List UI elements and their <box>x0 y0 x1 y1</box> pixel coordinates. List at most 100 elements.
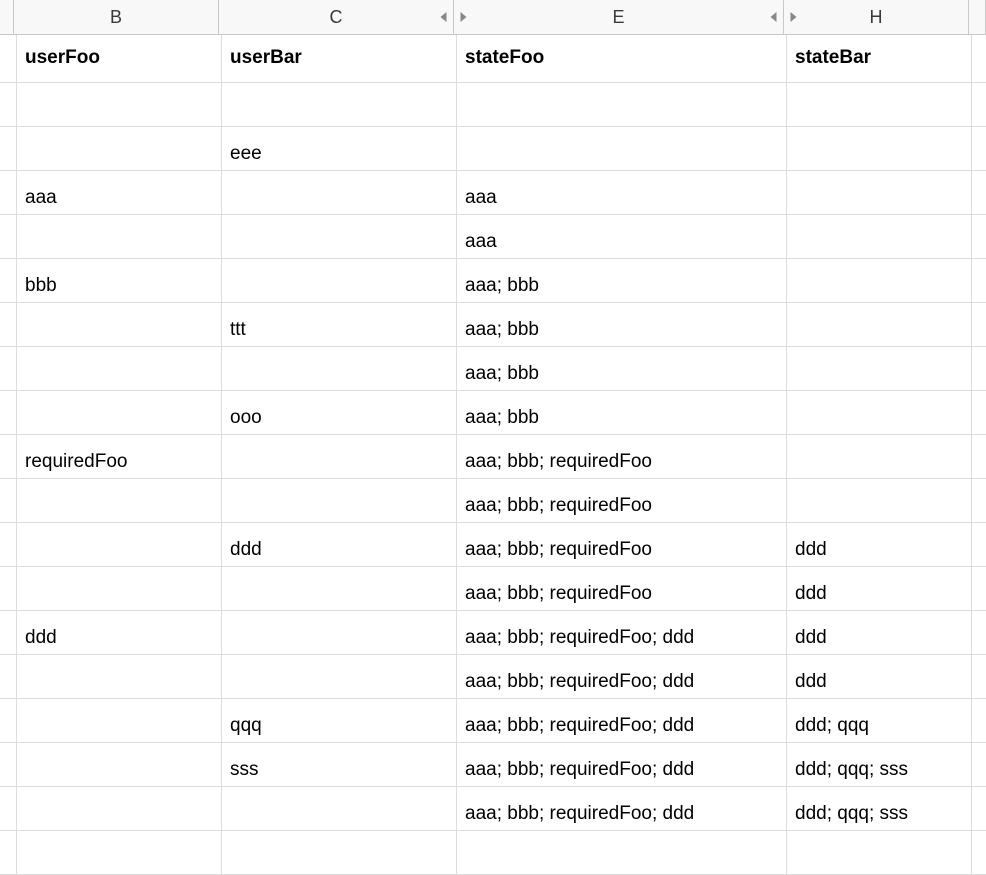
cell-tail[interactable] <box>972 391 986 435</box>
cell-C[interactable] <box>222 259 457 303</box>
cell-H[interactable] <box>787 391 972 435</box>
cell-E[interactable]: aaa <box>457 171 787 215</box>
cell-B[interactable] <box>17 347 222 391</box>
cell-tail[interactable] <box>972 523 986 567</box>
cell-C[interactable] <box>222 215 457 259</box>
cell-E[interactable]: aaa; bbb; requiredFoo; ddd <box>457 787 787 831</box>
header-cell-userFoo[interactable]: userFoo <box>17 35 222 83</box>
cell-H[interactable] <box>787 347 972 391</box>
cell-E[interactable]: aaa; bbb <box>457 347 787 391</box>
row-stub[interactable] <box>0 567 17 611</box>
cell-E[interactable]: aaa; bbb; requiredFoo; ddd <box>457 611 787 655</box>
cell-tail[interactable] <box>972 567 986 611</box>
cell-H[interactable] <box>787 215 972 259</box>
cell-B[interactable] <box>17 303 222 347</box>
row-stub[interactable] <box>0 787 17 831</box>
cell-H[interactable]: ddd; qqq <box>787 699 972 743</box>
cell-tail[interactable] <box>972 699 986 743</box>
cell-C[interactable]: ttt <box>222 303 457 347</box>
cell-tail[interactable] <box>972 127 986 171</box>
cell-tail[interactable] <box>972 435 986 479</box>
cell-C[interactable] <box>222 171 457 215</box>
cell-C[interactable] <box>222 83 457 127</box>
row-stub[interactable] <box>0 391 17 435</box>
column-header-H[interactable]: H <box>784 0 969 35</box>
cell-B[interactable] <box>17 567 222 611</box>
cell-tail[interactable] <box>972 347 986 391</box>
cell-tail[interactable] <box>972 655 986 699</box>
cell-E[interactable]: aaa; bbb; requiredFoo; ddd <box>457 699 787 743</box>
cell-C[interactable] <box>222 831 457 875</box>
cell-C[interactable]: sss <box>222 743 457 787</box>
cell-E[interactable]: aaa; bbb <box>457 303 787 347</box>
cell-H[interactable] <box>787 259 972 303</box>
row-stub[interactable] <box>0 215 17 259</box>
cell-B[interactable]: requiredFoo <box>17 435 222 479</box>
row-stub[interactable] <box>0 35 17 83</box>
cell-tail[interactable] <box>972 303 986 347</box>
cell-E[interactable]: aaa <box>457 215 787 259</box>
cell-tail[interactable] <box>972 171 986 215</box>
cell-B[interactable]: aaa <box>17 171 222 215</box>
cell-B[interactable] <box>17 831 222 875</box>
row-stub[interactable] <box>0 171 17 215</box>
row-stub[interactable] <box>0 435 17 479</box>
header-cell-stateBar[interactable]: stateBar <box>787 35 972 83</box>
row-stub[interactable] <box>0 479 17 523</box>
cell-E[interactable]: aaa; bbb; requiredFoo <box>457 479 787 523</box>
row-stub[interactable] <box>0 83 17 127</box>
cell-tail[interactable] <box>972 479 986 523</box>
cell-C[interactable]: qqq <box>222 699 457 743</box>
cell-C[interactable] <box>222 347 457 391</box>
cell-E[interactable]: aaa; bbb <box>457 259 787 303</box>
cell-H[interactable]: ddd <box>787 611 972 655</box>
cell-C[interactable]: eee <box>222 127 457 171</box>
cell-tail[interactable] <box>972 83 986 127</box>
row-stub[interactable] <box>0 743 17 787</box>
group-collapse-indicator[interactable] <box>790 12 797 22</box>
cell-E[interactable] <box>457 831 787 875</box>
cell-H[interactable] <box>787 435 972 479</box>
cell-B[interactable]: ddd <box>17 611 222 655</box>
row-stub[interactable] <box>0 699 17 743</box>
cell-C[interactable] <box>222 611 457 655</box>
cell-C[interactable] <box>222 435 457 479</box>
corner-stub[interactable] <box>0 0 14 35</box>
row-stub[interactable] <box>0 347 17 391</box>
cell-B[interactable] <box>17 127 222 171</box>
cell-C[interactable] <box>222 655 457 699</box>
cell-B[interactable] <box>17 479 222 523</box>
row-stub[interactable] <box>0 523 17 567</box>
column-header-C[interactable]: C <box>219 0 454 35</box>
row-stub[interactable] <box>0 611 17 655</box>
cell-tail[interactable] <box>972 787 986 831</box>
cell-H[interactable] <box>787 303 972 347</box>
group-collapse-indicator[interactable] <box>460 12 467 22</box>
cell-E[interactable] <box>457 127 787 171</box>
cell-B[interactable] <box>17 743 222 787</box>
cell-H[interactable] <box>787 831 972 875</box>
cell-B[interactable] <box>17 523 222 567</box>
cell-H[interactable] <box>787 479 972 523</box>
cell-H[interactable]: ddd <box>787 655 972 699</box>
cell-B[interactable] <box>17 787 222 831</box>
cell-tail[interactable] <box>972 259 986 303</box>
cell-E[interactable]: aaa; bbb; requiredFoo; ddd <box>457 743 787 787</box>
row-stub[interactable] <box>0 259 17 303</box>
row-stub[interactable] <box>0 303 17 347</box>
cell-E[interactable]: aaa; bbb <box>457 391 787 435</box>
cell-H[interactable]: ddd; qqq; sss <box>787 743 972 787</box>
cell-C[interactable] <box>222 479 457 523</box>
cell-H[interactable]: ddd <box>787 567 972 611</box>
header-cell-stateFoo[interactable]: stateFoo <box>457 35 787 83</box>
cell-E[interactable] <box>457 83 787 127</box>
cell-B[interactable] <box>17 391 222 435</box>
cell-C[interactable]: ddd <box>222 523 457 567</box>
cell-E[interactable]: aaa; bbb; requiredFoo <box>457 435 787 479</box>
cell-H[interactable]: ddd; qqq; sss <box>787 787 972 831</box>
cell-C[interactable] <box>222 787 457 831</box>
cell-B[interactable] <box>17 699 222 743</box>
cell-E[interactable]: aaa; bbb; requiredFoo <box>457 567 787 611</box>
header-cell-userBar[interactable]: userBar <box>222 35 457 83</box>
cell-E[interactable]: aaa; bbb; requiredFoo; ddd <box>457 655 787 699</box>
